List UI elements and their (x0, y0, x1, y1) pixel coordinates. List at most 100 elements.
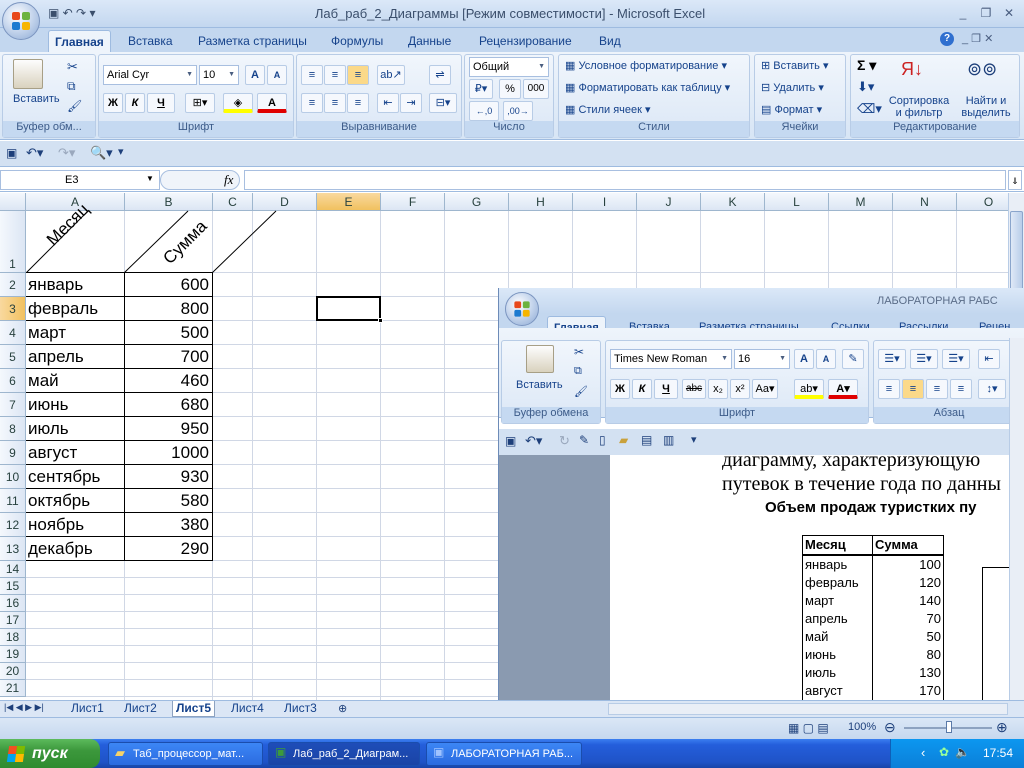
sheet-tab-1[interactable]: Лист1 (68, 701, 107, 717)
cell-month[interactable]: октябрь (28, 489, 123, 513)
spelling-icon[interactable]: ✎ (579, 433, 589, 447)
align-right-icon[interactable]: ≡ (926, 379, 948, 399)
tab-data[interactable]: Данные (402, 30, 457, 52)
borders-icon[interactable]: ⊞▾ (185, 93, 215, 113)
row-header-6[interactable]: 6 (0, 369, 26, 393)
align-left-icon[interactable]: ≡ (878, 379, 900, 399)
cell-sum[interactable]: 600 (125, 273, 209, 297)
bold-icon[interactable]: Ж (610, 379, 630, 399)
sheet-nav-icons[interactable]: |◀ ◀ ▶ ▶| (4, 702, 44, 713)
row-header-3[interactable]: 3 (0, 297, 26, 321)
align-right-icon[interactable]: ≡ (347, 93, 369, 113)
row-header-4[interactable]: 4 (0, 321, 26, 345)
autosum-icon[interactable]: Σ ▾ (857, 57, 876, 74)
highlight-icon[interactable]: ab▾ (794, 379, 824, 399)
cell-sum[interactable]: 460 (125, 369, 209, 393)
subscript-icon[interactable]: x₂ (708, 379, 728, 399)
tab-home[interactable]: Главная (48, 30, 111, 52)
cell-sum[interactable]: 950 (125, 417, 209, 441)
cell-sum[interactable]: 380 (125, 513, 209, 537)
delete-cells-button[interactable]: ⊟ Удалить ▾ (761, 81, 824, 94)
cut-icon[interactable]: ✂ (67, 59, 78, 75)
customize-qat-icon[interactable]: ▾ (118, 145, 124, 158)
cell-month[interactable]: май (28, 369, 123, 393)
shrink-font-icon[interactable]: A (816, 349, 836, 369)
font-color-icon[interactable]: A▾ (828, 379, 858, 399)
conditional-format-button[interactable]: ▦ Условное форматирование ▾ (565, 59, 727, 72)
copy-icon[interactable]: ⧉ (574, 365, 582, 378)
office-button[interactable] (2, 2, 40, 40)
fill-color-icon[interactable]: ◈ (223, 93, 253, 113)
paste-qat-icon[interactable]: ▤ (641, 433, 652, 447)
redo-icon[interactable]: ↻ (559, 433, 570, 449)
format-cells-button[interactable]: ▤ Формат ▾ (761, 103, 822, 116)
align-center-icon[interactable]: ≡ (902, 379, 924, 399)
row-header-1[interactable]: 1 (0, 211, 26, 273)
row-header-14[interactable]: 14 (0, 561, 26, 578)
cell-month[interactable]: декабрь (28, 537, 123, 561)
cell-month[interactable]: сентябрь (28, 465, 123, 489)
expand-formula-icon[interactable]: ⇓ (1008, 170, 1022, 190)
undo-icon[interactable]: ↶▾ (26, 145, 43, 161)
sheet-tab-2[interactable]: Лист2 (121, 701, 160, 717)
cell-month[interactable]: январь (28, 273, 123, 297)
cut-icon[interactable]: ✂ (574, 345, 584, 359)
align-bottom-icon[interactable]: ≡ (347, 65, 369, 85)
cell-month[interactable]: июнь (28, 393, 123, 417)
customize-qat-icon[interactable]: ▾ (691, 433, 697, 446)
cell-month[interactable]: август (28, 441, 123, 465)
paste-button[interactable]: Вставить (13, 93, 60, 105)
align-middle-icon[interactable]: ≡ (324, 65, 346, 85)
bold-button[interactable]: Ж (103, 93, 123, 113)
cell-month[interactable]: март (28, 321, 123, 345)
column-header-n[interactable]: N (893, 193, 957, 211)
zoom-slider-handle[interactable] (946, 721, 952, 733)
cell-month[interactable]: февраль (28, 297, 123, 321)
cell-styles-button[interactable]: ▦ Стили ячеек ▾ (565, 103, 651, 116)
insert-cells-button[interactable]: ⊞ Вставить ▾ (761, 59, 829, 72)
fill-handle[interactable] (378, 318, 383, 323)
tab-insert[interactable]: Вставка (122, 30, 179, 52)
cell-month[interactable]: ноябрь (28, 513, 123, 537)
column-header-h[interactable]: H (509, 193, 573, 211)
row-header-2[interactable]: 2 (0, 273, 26, 297)
insert-function-button[interactable]: fx (224, 172, 233, 188)
sheet-tab-3[interactable]: Лист3 (281, 701, 320, 717)
superscript-icon[interactable]: x² (730, 379, 750, 399)
minimize-icon[interactable]: _ (952, 4, 974, 22)
tray-app-icon[interactable]: ✿ (939, 745, 949, 759)
tab-view[interactable]: Вид (593, 30, 627, 52)
cell-month[interactable]: июль (28, 417, 123, 441)
multilevel-list-icon[interactable]: ☰▾ (942, 349, 970, 369)
decrease-indent-icon[interactable]: ⇤ (978, 349, 1000, 369)
tray-expand-icon[interactable]: ‹ (921, 745, 925, 760)
row-header-11[interactable]: 11 (0, 489, 26, 513)
save-icon[interactable]: ▣ (6, 146, 17, 160)
tab-page-layout[interactable]: Разметка страницы (192, 30, 313, 52)
row-header-5[interactable]: 5 (0, 345, 26, 369)
italic-button[interactable]: К (125, 93, 145, 113)
merge-center-icon[interactable]: ⊟▾ (429, 93, 457, 113)
ribbon-window-controls[interactable]: _ ❐ ✕ (962, 32, 993, 45)
new-doc-icon[interactable]: ▯ (599, 433, 606, 447)
clear-icon[interactable]: ⌫▾ (857, 101, 882, 117)
column-header-o[interactable]: O (957, 193, 1008, 211)
tab-review[interactable]: Рецензирование (473, 30, 578, 52)
taskbar-item-excel[interactable]: Лаб_раб_2_Диаграм... (268, 742, 420, 766)
increase-indent-icon[interactable]: ⇥ (400, 93, 422, 113)
cell-sum[interactable]: 930 (125, 465, 209, 489)
word-font-name-combo[interactable]: Times New Roman (610, 349, 732, 369)
column-header-d[interactable]: D (253, 193, 317, 211)
row-header-7[interactable]: 7 (0, 393, 26, 417)
cell-sum[interactable]: 580 (125, 489, 209, 513)
formula-input[interactable] (244, 170, 1006, 190)
underline-button[interactable]: Ч (147, 93, 175, 113)
word-window[interactable]: ЛАБОРАТОРНАЯ РАБС Главная Вставка Размет… (498, 288, 1024, 700)
column-header-f[interactable]: F (381, 193, 445, 211)
fill-icon[interactable]: ⬇▾ (857, 79, 874, 95)
decrease-indent-icon[interactable]: ⇤ (377, 93, 399, 113)
name-box-dropdown-icon[interactable]: ▼ (146, 174, 154, 183)
taskbar-item-folder[interactable]: Таб_процессор_мат... (108, 742, 263, 766)
cell-sum[interactable]: 290 (125, 537, 209, 561)
cell-sum[interactable]: 800 (125, 297, 209, 321)
